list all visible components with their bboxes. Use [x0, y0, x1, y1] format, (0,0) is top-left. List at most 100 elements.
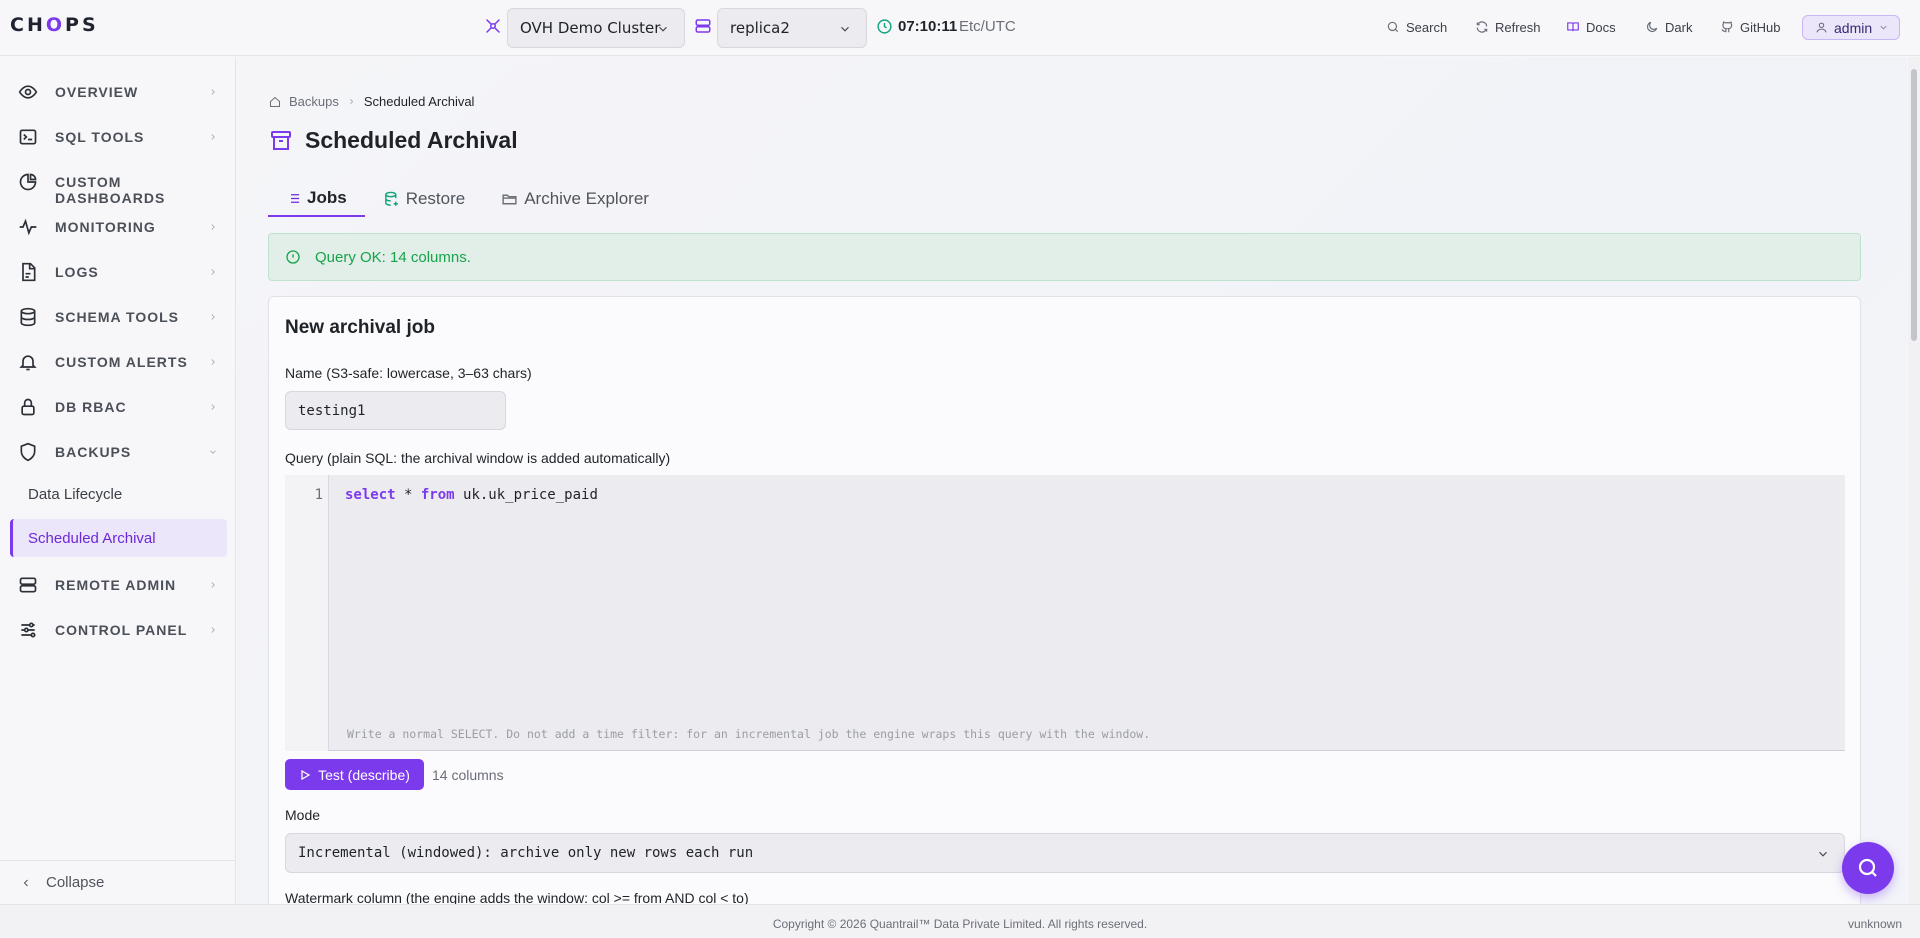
- database-restore-icon: [384, 191, 398, 206]
- server-icon: [18, 575, 38, 595]
- book-icon: [1567, 22, 1579, 32]
- copyright: Copyright © 2026 Quantrail™ Data Private…: [772, 917, 1148, 931]
- search-icon: [1858, 858, 1877, 877]
- chevron-right-icon: [208, 222, 218, 232]
- chevron-right-icon: [208, 87, 218, 97]
- chevron-right-icon: [208, 132, 218, 142]
- sidebar: OVERVIEW SQL TOOLS CUSTOM DASHBOARDS MON…: [0, 57, 236, 904]
- query-label: Query (plain SQL: the archival window is…: [285, 450, 671, 466]
- chevron-right-icon: [349, 98, 354, 105]
- sidebar-item-schema-tools[interactable]: SCHEMA TOOLS: [0, 299, 236, 335]
- user-icon: [1816, 22, 1827, 33]
- sidebar-item-monitoring[interactable]: MONITORING: [0, 209, 236, 245]
- archive-icon: [271, 130, 291, 150]
- docs-button[interactable]: Docs: [1566, 18, 1616, 36]
- lock-icon: [18, 397, 38, 417]
- clock-icon: [876, 18, 893, 35]
- cluster-icon: [484, 17, 502, 35]
- scrollbar-thumb[interactable]: [1911, 69, 1917, 341]
- breadcrumb-backups[interactable]: Backups: [289, 94, 339, 109]
- shield-icon: [18, 442, 38, 462]
- sidebar-subitem-data-lifecycle[interactable]: Data Lifecycle: [10, 475, 227, 513]
- version-label: vunknown: [1847, 917, 1902, 931]
- tab-bar: Jobs Restore Archive Explorer: [268, 181, 667, 217]
- search-icon: [1387, 21, 1399, 33]
- replica-select[interactable]: replica2: [717, 8, 867, 48]
- chevron-right-icon: [208, 625, 218, 635]
- collapse-sidebar-button[interactable]: Collapse: [0, 860, 236, 904]
- dark-mode-toggle[interactable]: Dark: [1645, 18, 1692, 36]
- refresh-button[interactable]: Refresh: [1475, 18, 1541, 36]
- floating-search-button[interactable]: [1842, 842, 1894, 894]
- column-count: 14 columns: [432, 767, 504, 783]
- chevron-right-icon: [208, 267, 218, 277]
- page-title: Scheduled Archival: [305, 127, 518, 153]
- chevron-right-icon: [208, 402, 218, 412]
- editor-placeholder-hint: Write a normal SELECT. Do not add a time…: [347, 727, 1151, 741]
- main-content: Backups Scheduled Archival Scheduled Arc…: [237, 57, 1907, 904]
- bell-icon: [18, 352, 38, 372]
- sidebar-item-control-panel[interactable]: CONTROL PANEL: [0, 612, 236, 648]
- cluster-select-value: OVH Demo Cluster: [520, 19, 661, 37]
- play-icon: [301, 769, 311, 780]
- file-icon: [18, 262, 38, 282]
- editor-gutter: 1: [285, 475, 329, 751]
- watermark-label: Watermark column (the engine adds the wi…: [285, 890, 749, 904]
- chevron-down-icon: [1880, 25, 1887, 30]
- sidebar-item-overview[interactable]: OVERVIEW: [0, 74, 236, 110]
- pie-chart-icon: [18, 172, 38, 192]
- alert-message: Query OK: 14 columns.: [315, 248, 471, 266]
- top-bar: CHOPS OVH Demo Cluster replica2 07:10:11…: [0, 0, 1920, 56]
- breadcrumb-current: Scheduled Archival: [363, 94, 475, 109]
- mode-label: Mode: [285, 807, 321, 823]
- cluster-select[interactable]: OVH Demo Cluster: [507, 8, 685, 48]
- mode-select-value: Incremental (windowed): archive only new…: [298, 845, 754, 861]
- breadcrumb: Backups Scheduled Archival: [269, 94, 474, 109]
- sidebar-item-backups[interactable]: BACKUPS: [0, 434, 236, 470]
- replica-select-value: replica2: [730, 19, 790, 37]
- chevron-down-icon: [838, 22, 852, 36]
- sidebar-item-remote-admin[interactable]: REMOTE ADMIN: [0, 567, 236, 603]
- new-job-card: New archival job Name (S3-safe: lowercas…: [268, 296, 1861, 904]
- github-icon: [1721, 21, 1733, 33]
- refresh-icon: [1476, 21, 1488, 33]
- mode-select[interactable]: Incremental (windowed): archive only new…: [285, 833, 1845, 873]
- app-logo[interactable]: CHOPS: [10, 14, 99, 36]
- page-header: Scheduled Archival: [269, 127, 518, 154]
- sidebar-item-custom-alerts[interactable]: CUSTOM ALERTS: [0, 344, 236, 380]
- chevron-down-icon: [208, 447, 218, 457]
- sidebar-item-custom-dashboards[interactable]: CUSTOM DASHBOARDS: [0, 164, 236, 206]
- chevron-down-icon: [656, 22, 670, 36]
- name-input[interactable]: [285, 391, 506, 430]
- line-number: 1: [314, 487, 323, 503]
- github-link[interactable]: GitHub: [1720, 18, 1780, 36]
- user-menu-button[interactable]: admin: [1802, 15, 1900, 40]
- search-button[interactable]: Search: [1386, 18, 1447, 36]
- clock-timezone: Etc/UTC: [959, 18, 1016, 35]
- sql-editor[interactable]: 1 select * from uk.uk_price_paid Write a…: [285, 475, 1845, 751]
- home-icon: [270, 96, 280, 107]
- tab-archive-explorer[interactable]: Archive Explorer: [483, 181, 667, 217]
- clock-time: 07:10:11: [898, 18, 958, 35]
- sidebar-item-sql-tools[interactable]: SQL TOOLS: [0, 119, 236, 155]
- card-title: New archival job: [285, 317, 435, 338]
- tab-jobs[interactable]: Jobs: [268, 181, 365, 217]
- eye-icon: [18, 82, 38, 102]
- sliders-icon: [18, 620, 38, 640]
- footer: Copyright © 2026 Quantrail™ Data Private…: [0, 904, 1920, 938]
- moon-icon: [1647, 21, 1658, 32]
- page-scrollbar[interactable]: [1908, 57, 1920, 904]
- tab-restore[interactable]: Restore: [365, 181, 484, 217]
- list-icon: [287, 193, 300, 203]
- info-circle-icon: [286, 250, 300, 264]
- test-describe-button[interactable]: Test (describe): [285, 759, 424, 790]
- success-alert: Query OK: 14 columns.: [268, 233, 1861, 281]
- folder-open-icon: [502, 194, 517, 204]
- sidebar-item-logs[interactable]: LOGS: [0, 254, 236, 290]
- database-icon: [18, 307, 38, 327]
- sidebar-item-db-rbac[interactable]: DB RBAC: [0, 389, 236, 425]
- activity-icon: [18, 217, 38, 237]
- terminal-icon: [18, 127, 38, 147]
- chevron-left-icon: [23, 879, 28, 886]
- sidebar-subitem-scheduled-archival[interactable]: Scheduled Archival: [10, 519, 227, 557]
